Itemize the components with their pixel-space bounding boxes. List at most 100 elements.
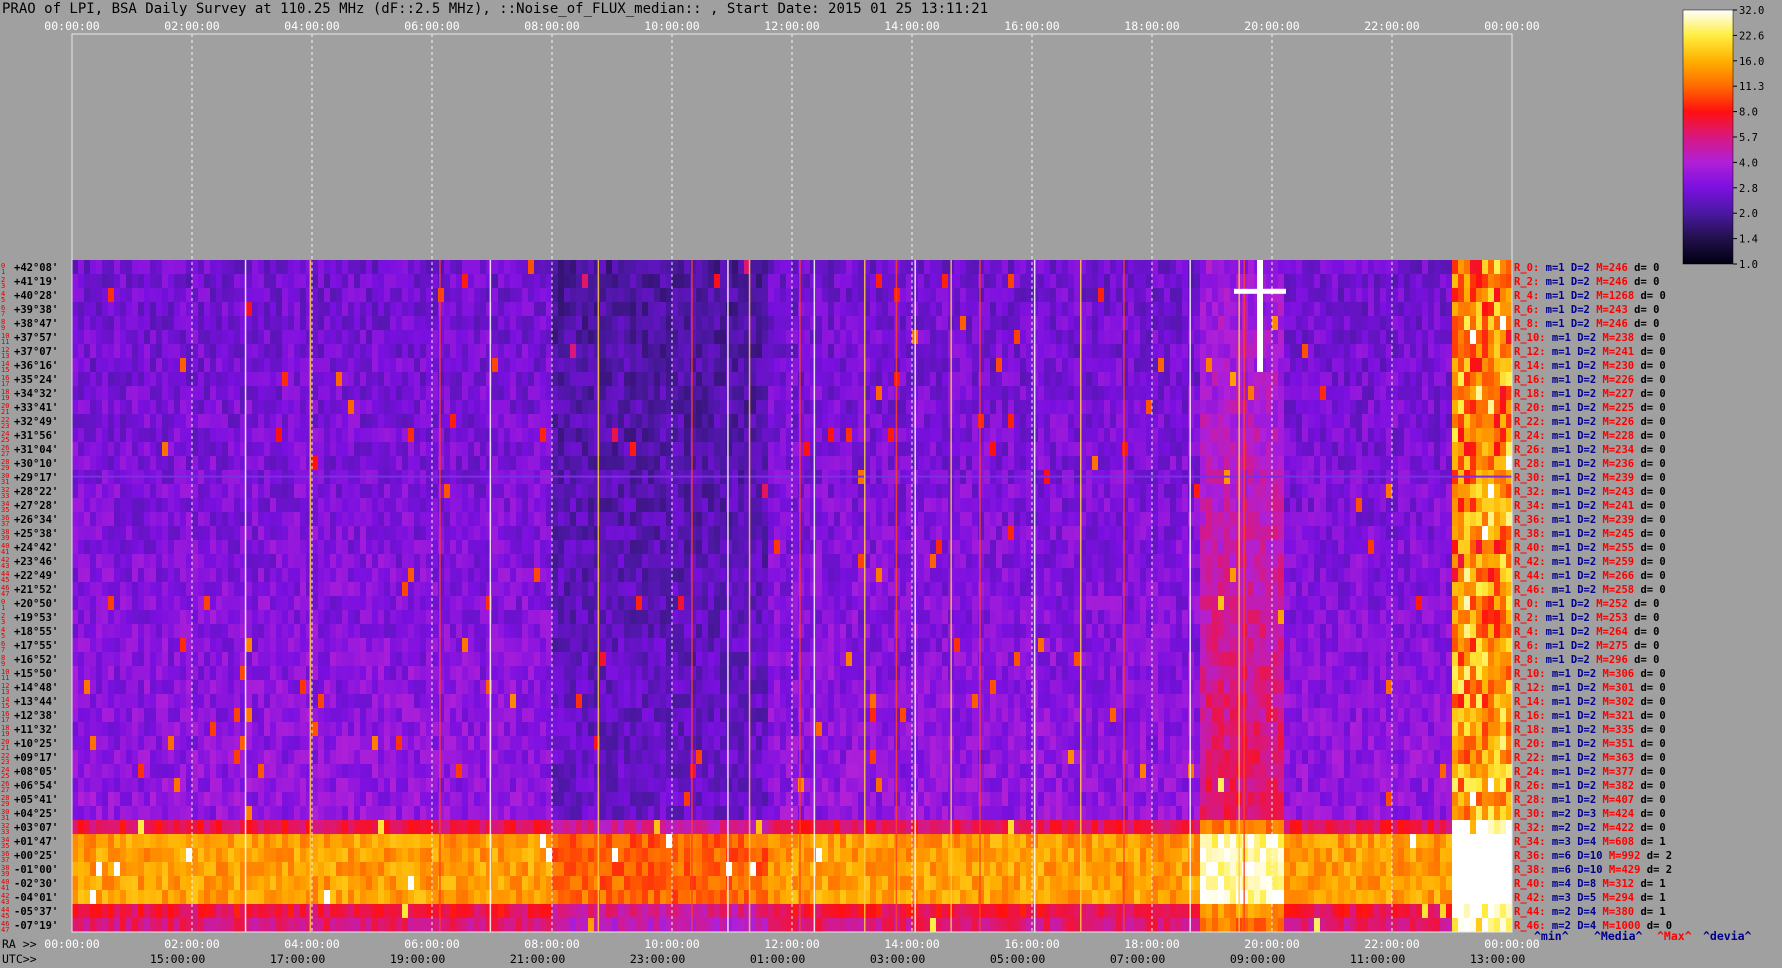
heatmap-cell	[696, 512, 703, 527]
heatmap-cell	[1128, 456, 1135, 471]
heatmap-cell	[612, 260, 619, 275]
heatmap-cell	[1410, 288, 1417, 303]
heatmap-cell	[1242, 344, 1249, 359]
heatmap-cell	[1296, 526, 1303, 541]
heatmap-cell	[1386, 330, 1393, 345]
heatmap-cell	[264, 288, 271, 303]
heatmap-cell	[1038, 442, 1045, 457]
heatmap-cell	[150, 526, 157, 541]
heatmap-cell	[126, 372, 133, 387]
heatmap-cell	[1386, 386, 1393, 401]
heatmap-cell	[816, 344, 823, 359]
heatmap-cell	[840, 302, 847, 317]
heatmap-cell	[1050, 372, 1057, 387]
heatmap-cell	[1182, 316, 1189, 331]
heatmap-cell	[300, 512, 307, 527]
heatmap-cell	[708, 288, 715, 303]
heatmap-cell	[834, 288, 841, 303]
heatmap-cell	[714, 484, 721, 499]
heatmap-cell	[366, 400, 373, 415]
heatmap-cell	[354, 442, 361, 457]
heatmap-cell	[624, 414, 631, 429]
heatmap-cell	[1164, 540, 1171, 555]
heatmap-cell	[1464, 498, 1471, 513]
heatmap-cell	[630, 330, 637, 345]
heatmap-cell	[732, 302, 739, 317]
heatmap-cell	[204, 260, 211, 275]
heatmap-cell	[1098, 358, 1105, 373]
heatmap-cell	[1410, 260, 1417, 275]
heatmap-cell	[1140, 442, 1147, 457]
heatmap-cell	[1290, 330, 1297, 345]
heatmap-cell	[1044, 316, 1051, 331]
heatmap-cell	[210, 260, 217, 275]
heatmap-cell	[1044, 442, 1051, 457]
heatmap-cell	[1500, 484, 1507, 499]
heatmap-cell	[510, 358, 517, 373]
heatmap-cell	[618, 512, 625, 527]
heatmap-cell	[894, 288, 901, 303]
heatmap-cell	[1290, 302, 1297, 317]
heatmap-cell	[576, 456, 583, 471]
heatmap-cell	[432, 260, 439, 275]
heatmap-cell	[414, 302, 421, 317]
heatmap-cell	[1464, 288, 1471, 303]
heatmap-cell	[834, 540, 841, 555]
heatmap-cell	[1044, 358, 1051, 373]
heatmap-cell	[1458, 442, 1465, 457]
heatmap-cell	[510, 288, 517, 303]
heatmap-cell	[108, 330, 115, 345]
heatmap-cell	[660, 512, 667, 527]
heatmap-cell	[294, 442, 301, 457]
heatmap-cell	[1140, 526, 1147, 541]
heatmap-cell	[342, 498, 349, 513]
heatmap-cell	[1392, 512, 1399, 527]
heatmap-cell	[1218, 484, 1225, 499]
heatmap-cell	[1404, 372, 1411, 387]
heatmap-cell	[1212, 498, 1219, 513]
heatmap-cell	[960, 484, 967, 499]
heatmap-cell	[1404, 316, 1411, 331]
heatmap-cell	[516, 498, 523, 513]
heatmap-cell	[606, 344, 613, 359]
heatmap-cell	[720, 484, 727, 499]
heatmap-cell	[186, 526, 193, 541]
heatmap-cell	[726, 540, 733, 555]
heatmap-cell	[492, 456, 499, 471]
heatmap-cell	[1350, 414, 1357, 429]
heatmap-cell	[456, 456, 463, 471]
heatmap-cell	[954, 288, 961, 303]
heatmap-cell	[480, 428, 487, 443]
heatmap-cell	[198, 442, 205, 457]
heatmap-cell	[348, 274, 355, 289]
heatmap-cell	[642, 302, 649, 317]
heatmap-cell	[1128, 386, 1135, 401]
heatmap-cell	[168, 484, 175, 499]
heatmap-cell	[552, 540, 559, 555]
heatmap-cell	[456, 288, 463, 303]
heatmap-cell	[1308, 414, 1315, 429]
heatmap-cell	[192, 372, 199, 387]
heatmap-cell	[78, 540, 85, 555]
heatmap-cell	[1212, 330, 1219, 345]
heatmap-cell	[1350, 330, 1357, 345]
heatmap-cell	[846, 344, 853, 359]
heatmap-cell	[342, 330, 349, 345]
heatmap-cell	[1350, 442, 1357, 457]
heatmap-cell	[978, 442, 985, 457]
heatmap-cell	[336, 288, 343, 303]
heatmap-cell	[126, 498, 133, 513]
heatmap-cell	[384, 428, 391, 443]
heatmap-cell	[270, 526, 277, 541]
heatmap-cell	[1296, 316, 1303, 331]
heatmap-cell	[858, 274, 865, 289]
heatmap-cell	[126, 386, 133, 401]
heatmap-cell	[822, 526, 829, 541]
heatmap-cell	[780, 400, 787, 415]
heatmap-cell	[102, 540, 109, 555]
heatmap-cell	[324, 386, 331, 401]
heatmap-cell	[648, 274, 655, 289]
heatmap-cell	[1098, 288, 1105, 303]
heatmap-cell	[1146, 498, 1153, 513]
heatmap-cell	[666, 386, 673, 401]
